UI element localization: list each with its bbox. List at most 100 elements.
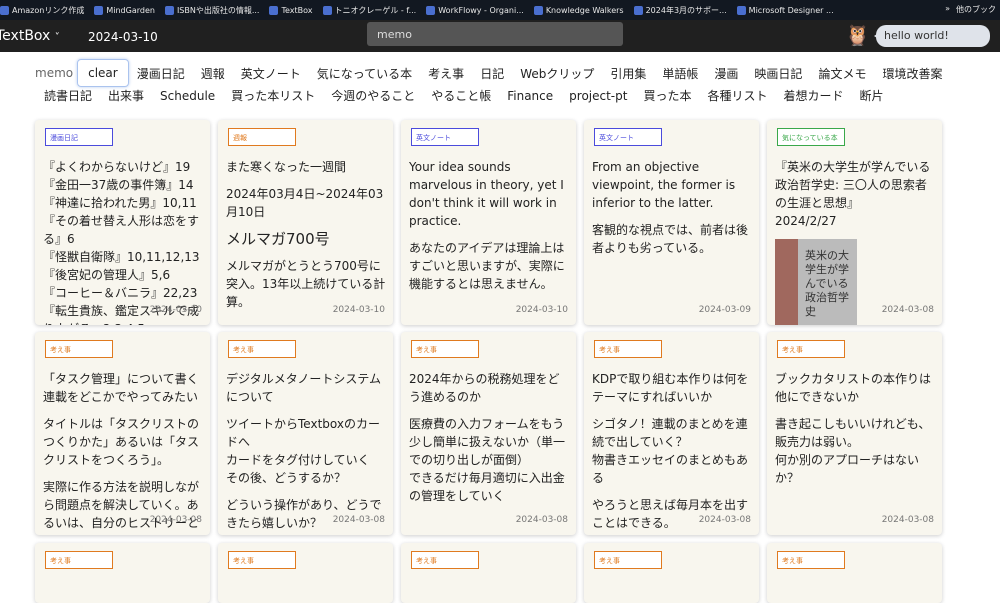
tag-filter-item[interactable]: 英文ノート [241, 65, 301, 82]
tag-filter-item[interactable]: Schedule [160, 89, 215, 103]
brand-menu[interactable]: TextBox ˅ [0, 28, 60, 44]
bookmark-item[interactable]: 2024年3月のサポー... [633, 5, 727, 16]
card-tag[interactable]: 英文ノート [411, 128, 479, 146]
card-date: 2024-03-08 [332, 515, 385, 525]
memo-card[interactable]: 考え事 ブックカタリストの本作りは他にできないか 書き起こしもいいけれども、販売力は… [767, 332, 942, 535]
card-tag[interactable]: 週報 [228, 128, 296, 146]
card-paragraph: シゴタノ！連載のまとめを連続で出していく？ 物書きエッセイのまとめもある [592, 417, 749, 485]
memo-card[interactable]: 考え事 2024年からの税務処理をどう進めるのか 医療費の入力フォームをもう少し簡単… [401, 332, 576, 535]
card-tag[interactable]: 考え事 [411, 551, 479, 569]
bookmark-icon [164, 5, 174, 15]
card-date: 2024-03-10 [332, 305, 385, 315]
memo-card[interactable]: 考え事 [767, 543, 942, 603]
tag-filter-item[interactable]: 気になっている本 [317, 65, 412, 82]
tag-filter-item[interactable]: 考え事 [428, 65, 464, 82]
tag-filter-item[interactable]: 週報 [201, 65, 225, 82]
tag-filter-item[interactable]: 映画日記 [754, 65, 802, 82]
card-tag[interactable]: 考え事 [594, 340, 662, 358]
bookmark-item[interactable]: Knowledge Walkers [533, 5, 624, 15]
card-tag[interactable]: 考え事 [45, 551, 113, 569]
clear-button[interactable]: clear [77, 59, 129, 87]
tag-filter-item[interactable]: 単語帳 [662, 65, 698, 82]
card-paragraph: ブックカタリストの本作りは他にできないか [775, 372, 932, 404]
memo-card[interactable]: 英文ノート Your idea sounds marvelous in theor… [401, 120, 576, 325]
card-tag[interactable]: 考え事 [45, 340, 113, 358]
card-date: 2024-03-08 [698, 515, 751, 525]
memo-card[interactable]: 週報 また寒くなった一週間 2024年03月4日~2024年03月10日 メルマガ70… [218, 120, 393, 325]
memo-card[interactable]: 気になっている本『英米の大学生が学んでいる政治哲学史: 三〇人の思索者の生涯と思… [767, 120, 942, 325]
bookmarks-overflow[interactable]: » 他のブック [945, 4, 996, 15]
tag-filter-item[interactable]: 出来事 [108, 87, 144, 104]
tag-filter-item[interactable]: 買った本リスト [231, 87, 315, 104]
card-date: 2024-03-08 [149, 515, 202, 525]
card-tag[interactable]: 考え事 [777, 340, 845, 358]
card-body: KDPで取り組む本作りは何をテーマにすればいいかシゴタノ！連載のまとめを連続で出… [592, 370, 754, 535]
tag-filter-item[interactable]: やること帳 [431, 87, 491, 104]
brand-label: TextBox [0, 28, 51, 44]
card-date: 2024-03-09 [698, 305, 751, 315]
memo-card[interactable]: 考え事 [401, 543, 576, 603]
card-tag[interactable]: 考え事 [777, 551, 845, 569]
bookmark-item[interactable]: Microsoft Designer ... [736, 5, 834, 15]
card-date: 2024-03-08 [881, 305, 934, 315]
tag-filter-item[interactable]: 読書日記 [44, 87, 92, 104]
bookmark-item[interactable]: WorkFlowy - Organi... [426, 5, 524, 15]
bookmark-label: ISBNや出版社の情報... [176, 5, 260, 15]
card-body: デジタルメタノートシステムについて ツイートからTextboxのカードへ カードを… [226, 370, 388, 535]
card-paragraph: どういう操作があり、どうできたら嬉しいか？ [226, 498, 382, 530]
bookmark-icon [322, 5, 332, 15]
bookmark-item[interactable]: ISBNや出版社の情報... [164, 5, 260, 16]
search-input[interactable] [367, 22, 623, 46]
card-body: 『よくわからないけど』19 『金田一37歳の事件簿』14 『神達に拾われた男』1… [43, 158, 205, 325]
memo-card[interactable]: 考え事 KDPで取り組む本作りは何をテーマにすればいいかシゴタノ！連載のまとめを連… [584, 332, 759, 535]
tag-filter-item[interactable]: 各種リスト [707, 87, 767, 104]
bookmark-icon [533, 5, 543, 15]
memo-card[interactable]: 漫画日記『よくわからないけど』19 『金田一37歳の事件簿』14 『神達に拾われ… [35, 120, 210, 325]
card-tag[interactable]: 考え事 [228, 340, 296, 358]
tag-filter-item[interactable]: 着想カード [784, 87, 844, 104]
card-body: 2024年からの税務処理をどう進めるのか 医療費の入力フォームをもう少し簡単に扱え… [409, 370, 571, 514]
tag-filter-item[interactable]: project-pt [569, 89, 627, 103]
tag-filter-item[interactable]: 環境改善案 [882, 65, 942, 82]
more-bookmarks-icon[interactable]: » [945, 4, 950, 15]
bookmark-item[interactable]: TextBox [269, 5, 313, 15]
other-bookmarks-folder[interactable]: 他のブック [956, 4, 996, 15]
bookmark-label: WorkFlowy - Organi... [438, 5, 524, 15]
tag-filter-item[interactable]: 引用集 [610, 65, 646, 82]
tag-filter-item[interactable]: 日記 [480, 65, 504, 82]
card-tag[interactable]: 考え事 [594, 551, 662, 569]
card-paragraph: メルマガ700号 [226, 230, 330, 248]
memo-card[interactable]: 英文ノート From an objective viewpoint, the fo… [584, 120, 759, 325]
filter-label: memo [35, 66, 74, 80]
card-tag[interactable]: 考え事 [411, 340, 479, 358]
card-tag[interactable]: 英文ノート [594, 128, 662, 146]
speech-bubble: hello world! [874, 25, 990, 47]
bookmark-item[interactable]: MindGarden [94, 5, 155, 15]
memo-card[interactable]: 考え事デジタルメタノートシステムについて ツイートからTextboxのカードへ カ… [218, 332, 393, 535]
tag-filter-item[interactable]: 買った本 [643, 87, 691, 104]
bookmark-icon [94, 5, 104, 15]
memo-card[interactable]: 考え事 「タスク管理」について書く連載をどこかでやってみたい タイトルは「タスクリス… [35, 332, 210, 535]
memo-card[interactable]: 考え事 [35, 543, 210, 603]
bookmark-icon [269, 5, 279, 15]
tag-filter-item[interactable]: Finance [507, 89, 553, 103]
card-tag[interactable]: 考え事 [228, 551, 296, 569]
tag-filter-item[interactable]: 今週のやること [331, 87, 415, 104]
memo-card[interactable]: 考え事 [584, 543, 759, 603]
card-paragraph: タイトルは「タスクリストのつくりかた」あるいは「タスクリストをつくろう」。 [43, 417, 200, 467]
card-paragraph: KDPで取り組む本作りは何をテーマにすればいいか [592, 372, 749, 404]
tag-filter-item[interactable]: 漫画 [714, 65, 738, 82]
card-date: 2024-03-08 [515, 515, 568, 525]
memo-card[interactable]: 考え事 [218, 543, 393, 603]
card-date: 2024-03-08 [881, 515, 934, 525]
tag-filter-item[interactable]: 断片 [860, 87, 884, 104]
bookmark-item[interactable]: Amazonリンク作成 [0, 5, 84, 16]
tag-filter-item[interactable]: 漫画日記 [137, 65, 185, 82]
tag-filter-item[interactable]: 論文メモ [818, 65, 866, 82]
bookmark-item[interactable]: トニオクレーゲル - f... [322, 5, 416, 16]
card-tag[interactable]: 漫画日記 [45, 128, 113, 146]
card-paragraph: 『英米の大学生が学んでいる政治哲学史: 三〇人の思索者の生涯と思想』 2024/… [775, 160, 931, 228]
tag-filter-item[interactable]: Webクリップ [520, 65, 594, 82]
card-tag[interactable]: 気になっている本 [777, 128, 845, 146]
bookmark-label: Microsoft Designer ... [748, 5, 834, 15]
